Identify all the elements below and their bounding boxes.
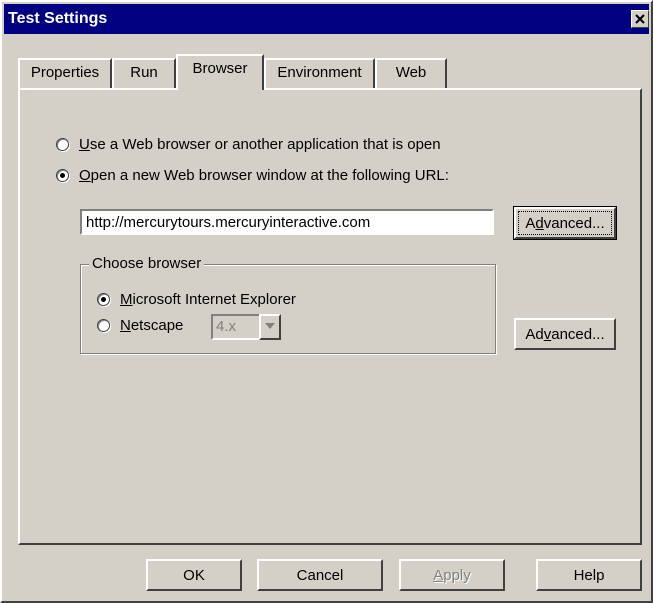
button-label: Apply — [433, 566, 471, 584]
help-button[interactable]: Help — [536, 559, 642, 591]
button-label: Cancel — [296, 566, 344, 584]
test-settings-dialog: Test Settings Properties Run Browser Env… — [0, 0, 653, 603]
radio-use-open-app[interactable]: Use a Web browser or another application… — [56, 136, 441, 153]
radio-label: Netscape — [120, 317, 184, 334]
advanced-url-button[interactable]: Advanced... — [513, 206, 617, 240]
dropdown-button[interactable] — [259, 314, 281, 340]
radio-label: Use a Web browser or another application… — [79, 136, 441, 153]
select-value: 4.x — [211, 314, 263, 340]
tab-label: Run — [130, 64, 158, 81]
tab-environment[interactable]: Environment — [264, 58, 375, 88]
netscape-version-select[interactable]: 4.x — [211, 314, 281, 340]
tab-run[interactable]: Run — [112, 58, 176, 88]
close-icon — [635, 14, 645, 24]
tab-label: Web — [395, 64, 427, 81]
button-label: Help — [573, 566, 605, 584]
group-label: Choose browser — [89, 255, 205, 272]
apply-button[interactable]: Apply — [399, 559, 505, 591]
cancel-button[interactable]: Cancel — [257, 559, 383, 591]
button-label: Advanced... — [525, 325, 605, 343]
radio-button[interactable] — [97, 319, 110, 332]
browser-tab-panel: Use a Web browser or another application… — [18, 88, 642, 545]
radio-button[interactable] — [56, 169, 69, 182]
radio-button[interactable] — [97, 293, 110, 306]
radio-netscape[interactable]: Netscape — [97, 317, 183, 334]
tab-browser[interactable]: Browser — [176, 54, 264, 90]
tab-web[interactable]: Web — [375, 58, 447, 88]
tab-label: Browser — [192, 60, 248, 77]
radio-open-new-window[interactable]: Open a new Web browser window at the fol… — [56, 167, 449, 184]
radio-label: Microsoft Internet Explorer — [120, 291, 296, 308]
tab-properties[interactable]: Properties — [18, 58, 112, 88]
tab-label: Environment — [277, 64, 362, 81]
title-bar[interactable]: Test Settings — [4, 4, 649, 34]
advanced-browser-button[interactable]: Advanced... — [514, 318, 616, 350]
url-input[interactable] — [80, 209, 494, 235]
button-label: OK — [183, 566, 205, 584]
radio-label: Open a new Web browser window at the fol… — [79, 167, 449, 184]
radio-button[interactable] — [56, 138, 69, 151]
close-button[interactable] — [631, 10, 649, 28]
focus-rect — [518, 211, 612, 235]
tab-label: Properties — [30, 64, 100, 81]
ok-button[interactable]: OK — [146, 559, 242, 591]
radio-internet-explorer[interactable]: Microsoft Internet Explorer — [97, 291, 296, 308]
chevron-down-icon — [265, 323, 275, 329]
choose-browser-group: Choose browser Microsoft Internet Explor… — [80, 255, 496, 354]
window-title: Test Settings — [8, 10, 108, 27]
